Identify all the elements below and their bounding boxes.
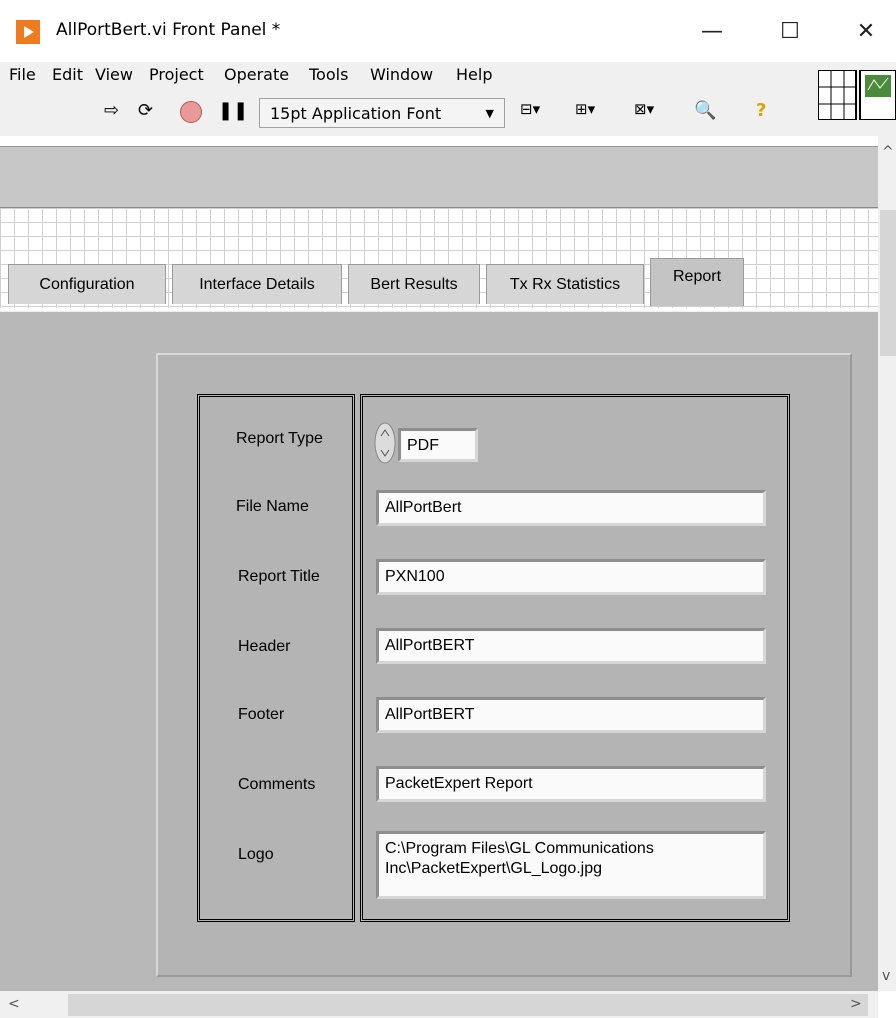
run-continuous-icon[interactable]: ⟳ xyxy=(138,100,153,121)
report-title-label: Report Title xyxy=(238,568,320,585)
menu-bar: File Edit View Project Operate Tools Win… xyxy=(0,62,896,90)
toolbar: ⇨ ⟳ ❚❚ 15pt Application Font ▼ ⊟▾ ⊞▾ ⊠▾ … xyxy=(0,90,896,137)
tab-bert-results[interactable]: Bert Results xyxy=(348,264,480,304)
logo-label: Logo xyxy=(238,846,274,863)
report-type-label: Report Type xyxy=(236,430,323,447)
menu-operate[interactable]: Operate xyxy=(224,65,289,84)
comments-field[interactable]: PacketExpert Report xyxy=(376,766,766,802)
connector-pane[interactable] xyxy=(817,69,896,121)
menu-project[interactable]: Project xyxy=(149,65,204,84)
front-panel: Configuration Interface Details Bert Res… xyxy=(0,136,878,991)
font-select[interactable]: 15pt Application Font ▼ xyxy=(259,98,505,128)
tab-label: Configuration xyxy=(39,276,135,293)
footer-field[interactable]: AllPortBERT xyxy=(376,697,766,733)
help-icon[interactable]: ? xyxy=(756,100,766,121)
scroll-right-icon[interactable]: > xyxy=(850,996,862,1012)
menu-tools[interactable]: Tools xyxy=(309,65,348,84)
pause-icon[interactable]: ❚❚ xyxy=(218,100,248,121)
header-field[interactable]: AllPortBERT xyxy=(376,628,766,664)
ring-increment-decrement[interactable] xyxy=(374,422,396,464)
scroll-down-icon[interactable]: v xyxy=(882,968,890,984)
font-select-value: 15pt Application Font xyxy=(270,104,442,123)
align-icon[interactable]: ⊟▾ xyxy=(520,100,540,118)
menu-window[interactable]: Window xyxy=(370,65,433,84)
search-icon[interactable]: 🔍 xyxy=(694,100,716,121)
menu-view[interactable]: View xyxy=(95,65,133,84)
file-name-field[interactable]: AllPortBert xyxy=(376,490,766,526)
chevron-down-icon: ▼ xyxy=(485,107,494,120)
window-title: AllPortBert.vi Front Panel * xyxy=(56,20,281,40)
tab-label: Tx Rx Statistics xyxy=(509,276,621,293)
labels-frame xyxy=(197,394,355,922)
report-type-ring[interactable]: PDF xyxy=(398,428,478,462)
minimize-button[interactable]: — xyxy=(682,14,742,50)
tab-configuration[interactable]: Configuration xyxy=(8,264,166,304)
tab-report[interactable]: Report xyxy=(650,258,744,306)
title-bar: AllPortBert.vi Front Panel * — ☐ ✕ xyxy=(0,0,896,62)
tab-label: Bert Results xyxy=(370,276,458,293)
resize-icon[interactable]: ⊠▾ xyxy=(634,100,654,118)
decoration-bar xyxy=(0,146,878,208)
vertical-scroll-thumb[interactable] xyxy=(880,210,896,356)
scroll-up-icon[interactable]: ^ xyxy=(882,144,894,160)
maximize-button[interactable]: ☐ xyxy=(760,14,820,50)
scroll-left-icon[interactable]: < xyxy=(8,996,20,1012)
comments-label: Comments xyxy=(238,776,316,793)
logo-path-field[interactable]: C:\Program Files\GL Communications Inc\P… xyxy=(376,831,766,899)
horizontal-scroll-thumb[interactable] xyxy=(68,994,868,1016)
file-name-label: File Name xyxy=(236,498,309,515)
tab-interface-details[interactable]: Interface Details xyxy=(172,264,342,304)
report-title-field[interactable]: PXN100 xyxy=(376,559,766,595)
abort-icon[interactable] xyxy=(180,101,202,123)
run-arrow-icon[interactable]: ⇨ xyxy=(104,100,119,121)
tab-tx-rx-statistics[interactable]: Tx Rx Statistics xyxy=(486,264,644,304)
tab-label: Report xyxy=(672,268,722,285)
distribute-icon[interactable]: ⊞▾ xyxy=(575,100,595,118)
footer-label: Footer xyxy=(238,706,285,723)
menu-edit[interactable]: Edit xyxy=(52,65,83,84)
close-button[interactable]: ✕ xyxy=(836,14,896,50)
header-label: Header xyxy=(238,638,291,655)
labview-app-icon xyxy=(16,20,40,44)
menu-file[interactable]: File xyxy=(9,65,36,84)
menu-help[interactable]: Help xyxy=(456,65,492,84)
tab-label: Interface Details xyxy=(199,276,315,293)
